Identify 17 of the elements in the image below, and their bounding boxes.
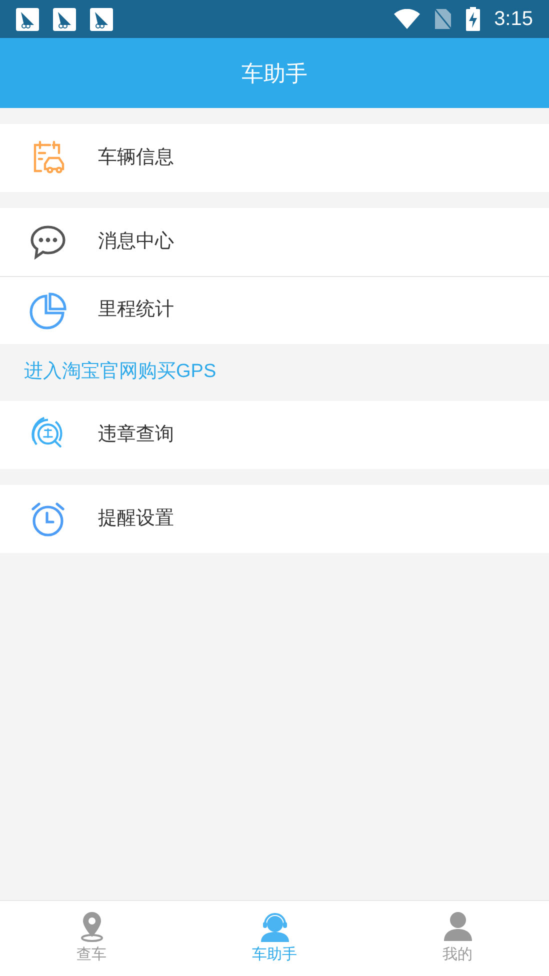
battery-charging-icon (466, 7, 480, 31)
menu-item[interactable]: 消息中心 (0, 208, 549, 276)
no-sim-icon (434, 8, 452, 30)
menu-item[interactable]: 违章查询 (0, 401, 549, 469)
wifi-icon (394, 9, 420, 29)
menu-item[interactable]: 提醒设置 (0, 485, 549, 553)
notification-icon (16, 8, 39, 30)
pie-chart-icon (29, 292, 67, 330)
headset-person-icon (258, 910, 290, 942)
clock-time: 3:15 (494, 7, 533, 32)
notification-icon (53, 8, 76, 30)
header-title: 车助手 (242, 60, 308, 88)
notification-icon (90, 8, 113, 30)
person-icon (442, 910, 474, 942)
alarm-clock-icon (29, 500, 67, 538)
menu-item[interactable]: 车辆信息 (0, 124, 549, 192)
chat-bubble-icon (29, 223, 67, 261)
